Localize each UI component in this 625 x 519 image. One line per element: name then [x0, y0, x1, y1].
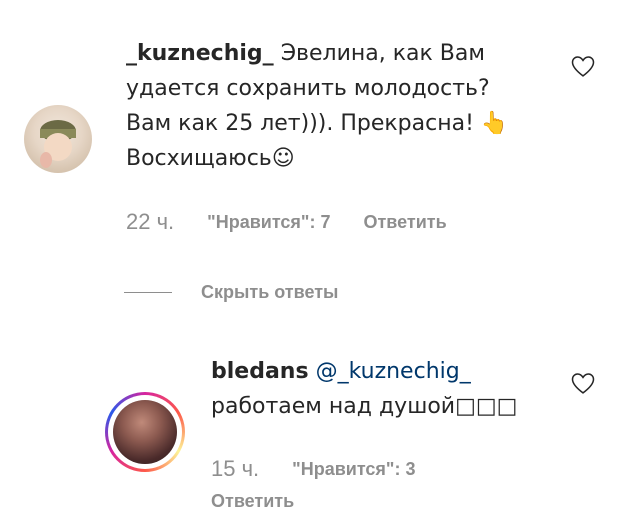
reply-username[interactable]: bledans — [211, 359, 309, 384]
divider — [124, 291, 172, 293]
avatar — [113, 400, 177, 464]
reply-text: работаем над душой□□□ — [211, 394, 518, 419]
reply-time[interactable]: 15 ч. — [211, 456, 259, 482]
heart-outline-icon — [571, 56, 595, 77]
likes-count[interactable]: "Нравится": 3 — [292, 459, 415, 480]
avatar[interactable] — [24, 105, 92, 173]
hide-replies-button[interactable]: Скрыть ответы — [124, 278, 338, 306]
reply-body: bledans @_kuznechig_ работаем над душой□… — [211, 354, 571, 424]
reply-meta: 15 ч. "Нравится": 3 — [211, 453, 415, 485]
heart-outline-icon — [571, 373, 595, 394]
comment-text-line: Эвелина, как Вам — [280, 41, 485, 66]
like-button[interactable] — [569, 369, 597, 401]
likes-count[interactable]: "Нравится": 7 — [207, 212, 330, 233]
comment-username[interactable]: _kuznechig_ — [126, 41, 274, 66]
avatar-image — [40, 120, 76, 168]
comment-time[interactable]: 22 ч. — [126, 209, 174, 235]
like-button[interactable] — [569, 52, 597, 84]
comment-meta: 22 ч. "Нравится": 7 Ответить — [126, 206, 447, 238]
mention-link[interactable]: @_kuznechig_ — [316, 359, 471, 384]
comment-text-line: Восхищаюсь☺ — [126, 146, 295, 171]
comment-text-line: удается сохранить молодость? — [126, 76, 490, 101]
hide-replies-label: Скрыть ответы — [201, 281, 339, 302]
comment-text-line: Вам как 25 лет))). Прекрасна! 👆 — [126, 111, 509, 136]
avatar-story-ring[interactable] — [105, 392, 185, 472]
reply-meta-row2: Ответить — [211, 487, 294, 515]
reply-button[interactable]: Ответить — [211, 491, 294, 512]
comment-body: _kuznechig_ Эвелина, как Вам удается сох… — [126, 36, 546, 176]
reply-button[interactable]: Ответить — [363, 212, 446, 233]
